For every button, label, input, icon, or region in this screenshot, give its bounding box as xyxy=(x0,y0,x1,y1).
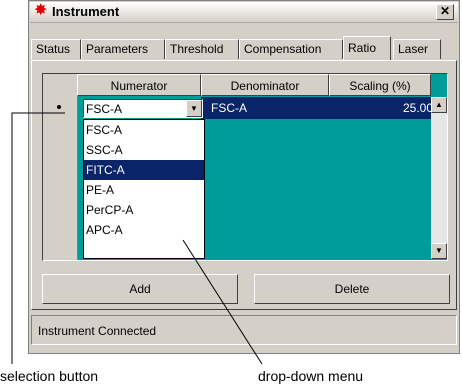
callout-leader-lines xyxy=(11,112,263,365)
